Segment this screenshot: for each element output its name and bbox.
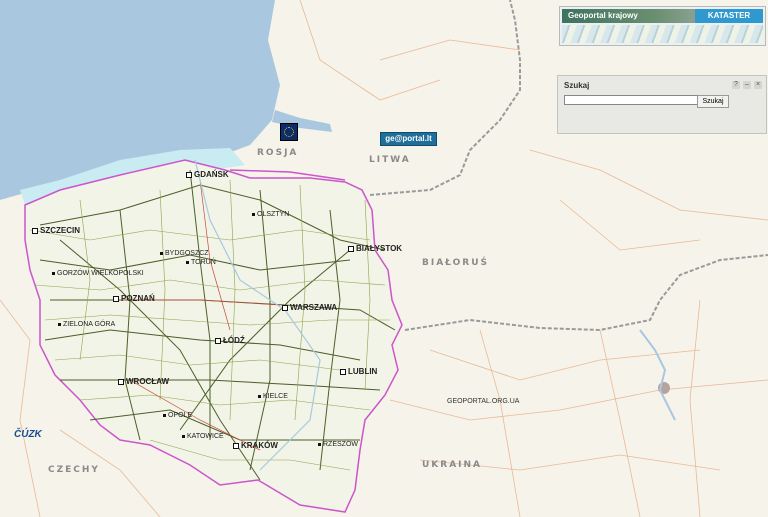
geoportal-krajowy-link[interactable]: Geoportal krajowy — [562, 9, 695, 23]
label-ukraina: UKRAINA — [422, 460, 483, 470]
city-bialystok[interactable]: BIAŁYSTOK — [348, 244, 402, 253]
city-gorzow[interactable]: GORZÓW WIELKOPOLSKI — [52, 270, 144, 277]
city-lublin[interactable]: LUBLIN — [340, 367, 377, 376]
search-panel: Szukaj ? – × Szukaj — [557, 75, 767, 134]
city-olsztyn[interactable]: OLSZTYN — [252, 211, 289, 218]
label-litwa: LITWA — [369, 155, 411, 165]
help-icon[interactable]: ? — [732, 81, 740, 89]
label-rosja: ROSJA — [257, 148, 299, 158]
city-poznan[interactable]: POZNAŃ — [113, 294, 155, 303]
city-lodz[interactable]: ŁÓDŹ — [215, 336, 245, 345]
search-panel-controls: ? – × — [732, 81, 762, 89]
label-bialorus: BIAŁORUŚ — [422, 258, 490, 268]
minimize-icon[interactable]: – — [743, 81, 751, 89]
city-katowice[interactable]: KATOWICE — [182, 433, 224, 440]
label-czechy: CZECHY — [48, 465, 100, 475]
city-rzeszow[interactable]: RZESZÓW — [318, 441, 358, 448]
banner-map-thumbnail — [562, 25, 763, 43]
close-icon[interactable]: × — [754, 81, 762, 89]
river-dnieper — [639, 329, 676, 421]
banner-header: Geoportal krajowy KATASTER — [562, 9, 763, 23]
search-input[interactable] — [564, 95, 698, 105]
city-bydgoszcz[interactable]: BYDGOSZCZ — [160, 250, 209, 257]
city-gdansk[interactable]: GDAŃSK — [186, 170, 229, 179]
city-zielona-gora[interactable]: ZIELONA GÓRA — [58, 321, 115, 328]
eu-flag-icon[interactable] — [280, 123, 298, 141]
city-torun[interactable]: TORUŃ — [186, 259, 216, 266]
geoportal-banner[interactable]: Geoportal krajowy KATASTER — [559, 6, 766, 46]
cuzk-logo[interactable]: ČÚZK — [14, 429, 42, 440]
city-szczecin[interactable]: SZCZECIN — [32, 226, 80, 235]
belarus-border — [369, 0, 521, 196]
search-button[interactable]: Szukaj — [697, 95, 729, 108]
city-warszawa[interactable]: WARSZAWA — [282, 303, 337, 312]
search-title: Szukaj — [564, 81, 590, 90]
geoportal-lt-link[interactable]: ge@portal.lt — [380, 132, 437, 146]
city-kielce[interactable]: KIELCE — [258, 393, 288, 400]
kataster-link[interactable]: KATASTER — [695, 9, 763, 23]
city-krakow[interactable]: KRAKÓW — [233, 441, 278, 450]
city-wroclaw[interactable]: WROCŁAW — [118, 377, 169, 386]
city-opole[interactable]: OPOLE — [163, 412, 192, 419]
geoportal-ua-link[interactable]: GEOPORTAL.ORG.UA — [447, 398, 519, 405]
